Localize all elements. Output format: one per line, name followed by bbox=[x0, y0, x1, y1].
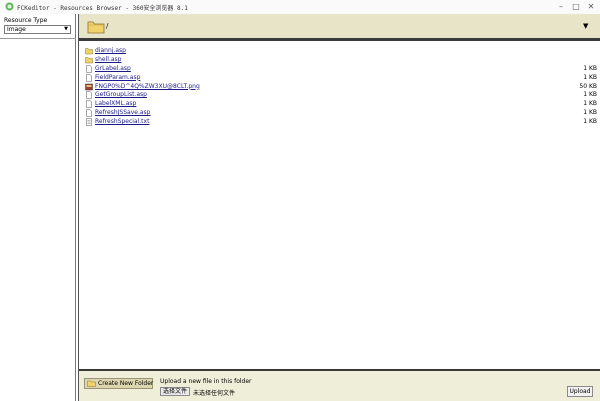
create-folder-label: Create New Folder bbox=[98, 380, 154, 387]
file-row[interactable]: RefreshJSSave.asp 1 KB bbox=[85, 109, 597, 118]
path-bar: / ▼ bbox=[79, 14, 600, 41]
file-row[interactable]: FNGP0%D^4Q%ZW3XU@8CLT.png 50 KB bbox=[85, 83, 597, 92]
close-icon[interactable]: ✕ bbox=[585, 1, 597, 12]
file-name-link[interactable]: RefreshJSSave.asp bbox=[95, 109, 150, 117]
title-bar: FCKeditor - Resources Browser - 360安全浏览器… bbox=[0, 0, 600, 14]
file-size: 1 KB bbox=[583, 73, 597, 81]
file-name-link[interactable]: diannj.asp bbox=[95, 47, 126, 55]
current-path: / bbox=[106, 22, 109, 30]
file-name-link[interactable]: LabelXML.asp bbox=[95, 100, 136, 108]
file-row[interactable]: LabelXML.asp 1 KB bbox=[85, 100, 597, 109]
file-size: 1 KB bbox=[583, 64, 597, 72]
file-row[interactable]: shell.asp bbox=[85, 56, 597, 65]
file-name-link[interactable]: GrLabel.asp bbox=[95, 65, 131, 73]
create-folder-button[interactable]: Create New Folder bbox=[84, 378, 153, 389]
bottom-toolbar: Create New Folder Upload a new file in t… bbox=[79, 369, 600, 401]
file-size: 1 KB bbox=[583, 91, 597, 99]
file-name-link[interactable]: FieldParam.asp bbox=[95, 74, 140, 82]
folder-icon bbox=[85, 47, 93, 55]
file-name-link[interactable]: FNGP0%D^4Q%ZW3XU@8CLT.png bbox=[95, 83, 200, 91]
path-dropdown-icon[interactable]: ▼ bbox=[583, 22, 588, 30]
resource-type-select[interactable]: Image ▼ bbox=[4, 25, 71, 34]
minimize-icon[interactable]: – bbox=[555, 1, 567, 12]
file-size: 1 KB bbox=[583, 109, 597, 117]
file-name-link[interactable]: RefreshSpecial.txt bbox=[95, 118, 149, 126]
file-row[interactable]: FieldParam.asp 1 KB bbox=[85, 74, 597, 83]
file-name-link[interactable]: GetGroupList.asp bbox=[95, 91, 147, 99]
file-size: 1 KB bbox=[583, 118, 597, 126]
file-size: 50 KB bbox=[579, 82, 597, 90]
no-file-selected-text: 未选择任何文件 bbox=[193, 390, 236, 397]
choose-file-button[interactable]: 选择文件 bbox=[160, 387, 190, 396]
upload-label: Upload a new file in this folder bbox=[160, 378, 252, 385]
upload-button[interactable]: Upload bbox=[567, 386, 593, 397]
folder-icon bbox=[85, 56, 93, 64]
resource-type-value: Image bbox=[7, 26, 26, 33]
resource-type-label: Resource Type bbox=[4, 17, 48, 24]
file-name-link[interactable]: shell.asp bbox=[95, 56, 121, 64]
file-icon bbox=[85, 73, 93, 82]
text-file-icon bbox=[85, 118, 93, 126]
folder-up-icon[interactable] bbox=[87, 19, 105, 34]
file-icon bbox=[85, 91, 93, 100]
resource-type-panel: Resource Type Image ▼ bbox=[0, 14, 76, 401]
file-icon bbox=[85, 109, 93, 117]
app-icon bbox=[5, 2, 14, 11]
file-row[interactable]: GrLabel.asp 1 KB bbox=[85, 65, 597, 74]
chevron-down-icon: ▼ bbox=[64, 26, 68, 32]
file-size: 1 KB bbox=[583, 100, 597, 108]
file-icon bbox=[85, 100, 93, 109]
file-list: diannj.asp shell.asp GrLabel.asp 1 KB FieldP… bbox=[85, 47, 597, 127]
file-row[interactable]: diannj.asp bbox=[85, 47, 597, 56]
file-row[interactable]: GetGroupList.asp 1 KB bbox=[85, 91, 597, 100]
image-file-icon bbox=[85, 83, 93, 91]
new-folder-icon bbox=[87, 380, 96, 387]
file-icon bbox=[85, 65, 93, 73]
window-title: FCKeditor - Resources Browser - 360安全浏览器… bbox=[17, 5, 188, 12]
divider bbox=[0, 38, 76, 39]
file-browser-panel: / ▼ diannj.asp shell.asp GrLabel.asp 1 KB Fi… bbox=[78, 14, 600, 401]
file-row[interactable]: RefreshSpecial.txt 1 KB bbox=[85, 118, 597, 127]
maximize-icon[interactable]: □ bbox=[570, 1, 582, 12]
